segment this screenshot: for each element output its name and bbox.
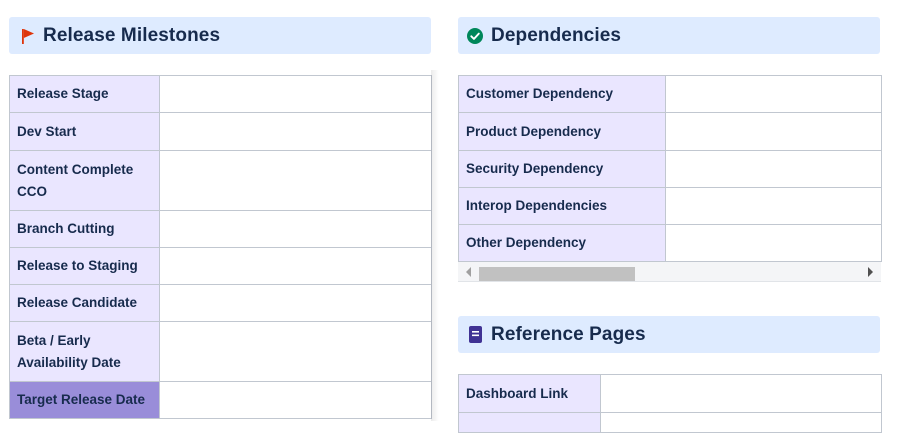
milestone-value-content-complete[interactable]: [159, 150, 432, 211]
milestone-value-release-to-staging[interactable]: [159, 247, 432, 285]
dependency-value-security[interactable]: [665, 150, 882, 188]
table-row: Branch Cutting: [9, 210, 432, 248]
milestone-value-release-stage[interactable]: [159, 75, 432, 113]
table-row: Release to Staging: [9, 247, 432, 285]
milestone-value-dev-start[interactable]: [159, 112, 432, 151]
green-check-circle-icon: [467, 27, 483, 44]
dependency-value-customer[interactable]: [665, 75, 882, 113]
milestone-label-release-candidate: Release Candidate: [9, 284, 160, 322]
column-shadow: [431, 70, 439, 421]
table-row: Customer Dependency: [458, 75, 882, 113]
milestones-table: Release Stage Dev Start Content Complete…: [9, 75, 432, 419]
table-row: Dev Start: [9, 112, 432, 151]
table-row: Content Complete CCO: [9, 150, 432, 211]
milestone-label-dev-start: Dev Start: [9, 112, 160, 151]
scrollbar-thumb[interactable]: [479, 267, 635, 281]
dependency-value-interop[interactable]: [665, 187, 882, 225]
reference-label-dashboard-link: Dashboard Link: [458, 374, 601, 413]
table-row: Target Release Date: [9, 381, 432, 419]
reference-label-next: [458, 412, 601, 433]
reference-table: Dashboard Link: [458, 374, 882, 433]
milestone-label-beta-date: Beta / Early Availability Date: [9, 321, 160, 382]
dependency-value-product[interactable]: [665, 112, 882, 151]
table-row: Dashboard Link: [458, 374, 882, 413]
scroll-left-arrow-icon[interactable]: [466, 267, 471, 277]
dependency-label-customer: Customer Dependency: [458, 75, 666, 113]
milestones-title: Release Milestones: [43, 24, 221, 46]
dependencies-title: Dependencies: [491, 24, 622, 46]
dependency-label-security: Security Dependency: [458, 150, 666, 188]
table-row: Release Candidate: [9, 284, 432, 322]
table-row: Interop Dependencies: [458, 187, 882, 225]
dependencies-header: Dependencies: [458, 17, 880, 54]
reference-header: Reference Pages: [458, 316, 880, 353]
table-row: Security Dependency: [458, 150, 882, 188]
milestone-label-branch-cutting: Branch Cutting: [9, 210, 160, 248]
scroll-right-arrow-icon[interactable]: [868, 267, 873, 277]
reference-value-next[interactable]: [600, 412, 882, 433]
milestone-value-beta-date[interactable]: [159, 321, 432, 382]
page-icon: [469, 326, 482, 343]
dependency-label-interop: Interop Dependencies: [458, 187, 666, 225]
milestone-value-release-candidate[interactable]: [159, 284, 432, 322]
dependency-label-product: Product Dependency: [458, 112, 666, 151]
dependency-label-other: Other Dependency: [458, 224, 666, 262]
red-flag-icon: [21, 27, 35, 45]
milestone-value-target-release-date[interactable]: [159, 381, 432, 419]
milestone-label-content-complete: Content Complete CCO: [9, 150, 160, 211]
table-row: [458, 412, 882, 433]
milestone-label-target-release-date: Target Release Date: [9, 381, 160, 419]
milestone-label-release-stage: Release Stage: [9, 75, 160, 113]
table-row: Beta / Early Availability Date: [9, 321, 432, 382]
milestones-header: Release Milestones: [9, 17, 431, 54]
table-row: Other Dependency: [458, 224, 882, 262]
horizontal-scrollbar[interactable]: [458, 262, 881, 282]
dependencies-table: Customer Dependency Product Dependency S…: [458, 75, 882, 262]
milestone-label-release-to-staging: Release to Staging: [9, 247, 160, 285]
table-row: Release Stage: [9, 75, 432, 113]
reference-title: Reference Pages: [491, 323, 646, 345]
dependency-value-other[interactable]: [665, 224, 882, 262]
table-row: Product Dependency: [458, 112, 882, 151]
milestone-value-branch-cutting[interactable]: [159, 210, 432, 248]
reference-value-dashboard-link[interactable]: [600, 374, 882, 413]
